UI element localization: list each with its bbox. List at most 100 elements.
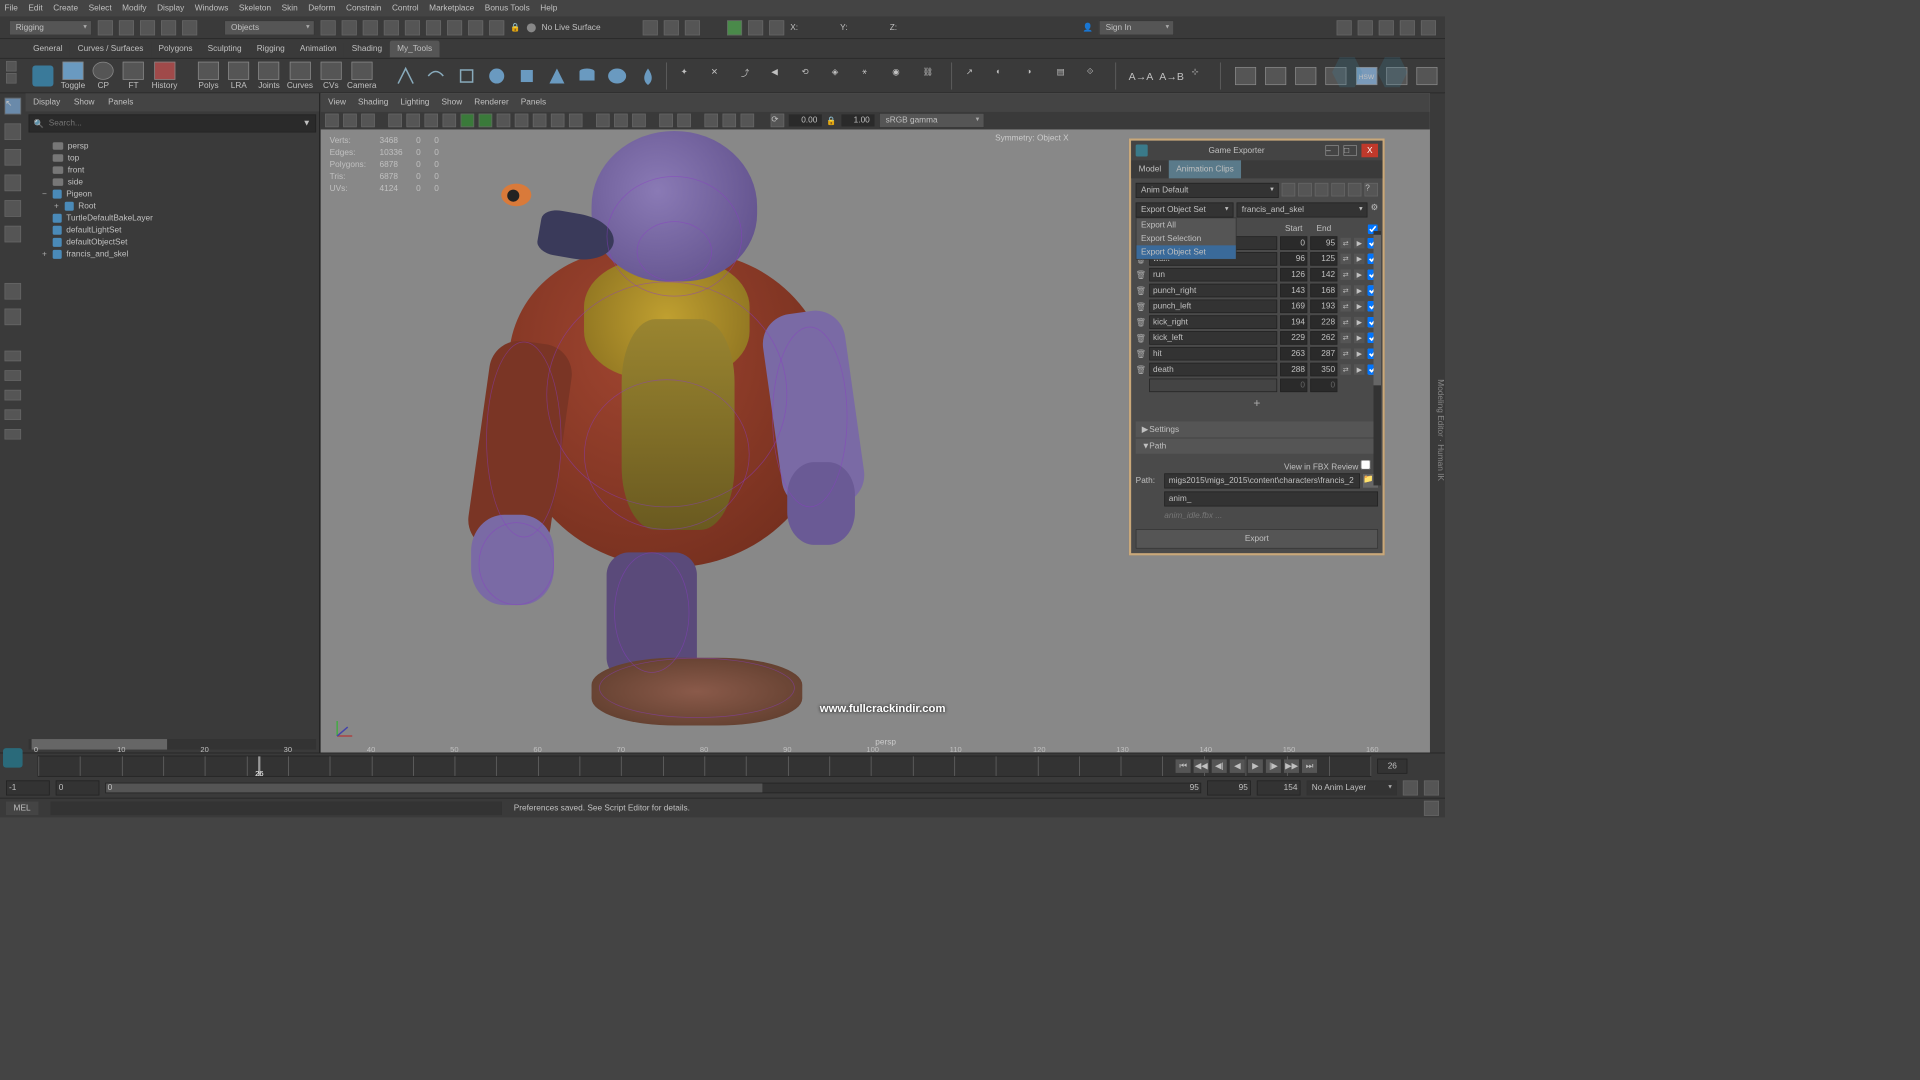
shelf-joints[interactable]: Joints <box>257 61 281 91</box>
workspace-icon-3[interactable] <box>1379 20 1394 35</box>
script-editor-icon[interactable] <box>1424 800 1439 815</box>
outliner-item-defaultobjectset[interactable]: defaultObjectSet <box>29 236 316 248</box>
clip-start-run[interactable]: 126 <box>1280 268 1307 282</box>
layout-icon[interactable] <box>769 20 784 35</box>
workspace-icon-1[interactable] <box>1337 20 1352 35</box>
step-fwd-key-icon[interactable]: ▶▶ <box>1284 759 1299 773</box>
vp-res-icon[interactable] <box>424 114 438 128</box>
play-forward-icon[interactable]: ▶ <box>1248 759 1263 773</box>
shelf-tab-mytools[interactable]: My_Tools <box>390 40 440 57</box>
open-scene-icon[interactable] <box>119 20 134 35</box>
tab-animation-clips[interactable]: Animation Clips <box>1169 160 1242 178</box>
play-back-icon[interactable]: ◀ <box>1230 759 1245 773</box>
clip-play-punch_right[interactable]: ▶ <box>1354 285 1365 296</box>
clip-play-hit[interactable]: ▶ <box>1354 348 1365 359</box>
clip-start-punch_right[interactable]: 143 <box>1280 284 1307 298</box>
shelf-sphere[interactable] <box>605 61 629 91</box>
menu-create[interactable]: Create <box>53 4 78 13</box>
layout-opt-2[interactable] <box>5 370 22 381</box>
shelf-edit-icon[interactable] <box>6 61 17 72</box>
shelf-rig-6[interactable]: ◈ <box>830 61 854 91</box>
maximize-button[interactable]: □ <box>1343 145 1357 156</box>
clip-name-punch_right[interactable]: punch_right <box>1149 284 1277 298</box>
time-slider[interactable]: 26 0102030405060708090100110120130140150… <box>0 753 1445 779</box>
clip-end-blank[interactable]: 0 <box>1310 379 1337 393</box>
snap-curve-icon[interactable] <box>405 20 420 35</box>
render-icon[interactable] <box>664 20 679 35</box>
menu-marketplace[interactable]: Marketplace <box>429 4 474 13</box>
clip-end-kick_right[interactable]: 228 <box>1310 315 1337 329</box>
vp-shade-icon[interactable] <box>461 114 475 128</box>
workspace-icon-2[interactable] <box>1358 20 1373 35</box>
ipr-icon[interactable] <box>685 20 700 35</box>
step-back-key-icon[interactable]: ◀◀ <box>1194 759 1209 773</box>
vp-ao-icon[interactable] <box>551 114 565 128</box>
viewport[interactable]: View Shading Lighting Show Renderer Pane… <box>321 93 1430 752</box>
vp-xray2-icon[interactable] <box>632 114 646 128</box>
anim-start-field[interactable]: -1 <box>6 780 50 795</box>
export-selection-option[interactable]: Export Selection <box>1136 232 1235 246</box>
shelf-tab-shading[interactable]: Shading <box>344 40 389 57</box>
clip-end-hit[interactable]: 287 <box>1310 347 1337 361</box>
clip-start-death[interactable]: 288 <box>1280 363 1307 377</box>
shelf-cylinder[interactable] <box>575 61 599 91</box>
clip-end-kick_left[interactable]: 262 <box>1310 331 1337 345</box>
outliner-search[interactable]: 🔍 ▼ <box>29 114 316 132</box>
shelf-tool-g[interactable] <box>1233 61 1257 91</box>
clip-start-hit[interactable]: 263 <box>1280 347 1307 361</box>
shelf-tool-e[interactable]: ⟐ <box>1085 61 1109 91</box>
export-button[interactable]: Export <box>1136 529 1378 549</box>
clip-range-punch_left[interactable]: ⇄ <box>1340 301 1351 312</box>
preset-new-icon[interactable] <box>1282 183 1296 197</box>
paint-icon[interactable] <box>363 20 378 35</box>
shelf-rig-9[interactable]: ⛓ <box>921 61 945 91</box>
export-mode-dropdown[interactable]: Export Object Set <box>1136 202 1234 217</box>
vp-menu-shading[interactable]: Shading <box>358 98 388 107</box>
clip-range-kick_left[interactable]: ⇄ <box>1340 333 1351 344</box>
layout-four-icon[interactable] <box>5 309 22 326</box>
clip-play-kick_left[interactable]: ▶ <box>1354 333 1365 344</box>
vp-exposure-icon[interactable] <box>659 114 673 128</box>
construction-history-icon[interactable] <box>643 20 658 35</box>
vp-shadow-icon[interactable] <box>533 114 547 128</box>
vp-xray-icon[interactable] <box>614 114 628 128</box>
menu-constrain[interactable]: Constrain <box>346 4 381 13</box>
clip-play-kick_right[interactable]: ▶ <box>1354 317 1365 328</box>
clip-play-death[interactable]: ▶ <box>1354 364 1365 375</box>
outliner-item-front[interactable]: front <box>29 164 316 176</box>
mel-label[interactable]: MEL <box>6 801 38 815</box>
export-all-option[interactable]: Export All <box>1136 218 1235 232</box>
undo-icon[interactable] <box>161 20 176 35</box>
lasso-icon[interactable] <box>342 20 357 35</box>
menu-help[interactable]: Help <box>540 4 557 13</box>
layout-opt-5[interactable] <box>5 429 22 440</box>
clip-range-death[interactable]: ⇄ <box>1340 364 1351 375</box>
clip-end-idle[interactable]: 95 <box>1310 236 1337 250</box>
clip-start-kick_right[interactable]: 194 <box>1280 315 1307 329</box>
clip-delete-punch_right[interactable]: 🗑 <box>1136 286 1147 296</box>
vp-film-icon[interactable] <box>406 114 420 128</box>
shelf-trash-icon[interactable] <box>6 73 17 84</box>
vp-wire-icon[interactable] <box>479 114 493 128</box>
vp-image-icon[interactable] <box>361 114 375 128</box>
clip-name-kick_right[interactable]: kick_right <box>1149 315 1277 329</box>
snap-point-icon[interactable] <box>426 20 441 35</box>
vp-bookmark-icon[interactable] <box>343 114 357 128</box>
clip-name-blank[interactable] <box>1149 379 1277 393</box>
outliner-item-root[interactable]: +Root <box>29 200 316 212</box>
shelf-cp[interactable]: CP <box>91 61 115 91</box>
redo-icon[interactable] <box>182 20 197 35</box>
path-section[interactable]: ▼Path <box>1136 439 1378 454</box>
vp-menu-lighting[interactable]: Lighting <box>400 98 429 107</box>
shelf-tool-h[interactable] <box>1264 61 1288 91</box>
prefs-icon[interactable] <box>1424 780 1439 795</box>
vp-val1[interactable]: 0.00 <box>789 114 822 126</box>
vp-gamma-icon[interactable] <box>677 114 691 128</box>
clip-name-kick_left[interactable]: kick_left <box>1149 331 1277 345</box>
maya-home-icon[interactable] <box>3 748 23 768</box>
shelf-tab-curves[interactable]: Curves / Surfaces <box>70 40 151 57</box>
shelf-tool-c[interactable]: ◑ <box>1025 61 1049 91</box>
layout-opt-3[interactable] <box>5 390 22 401</box>
vp-tex-icon[interactable] <box>497 114 511 128</box>
select-tool-icon[interactable]: ↖ <box>5 98 22 115</box>
